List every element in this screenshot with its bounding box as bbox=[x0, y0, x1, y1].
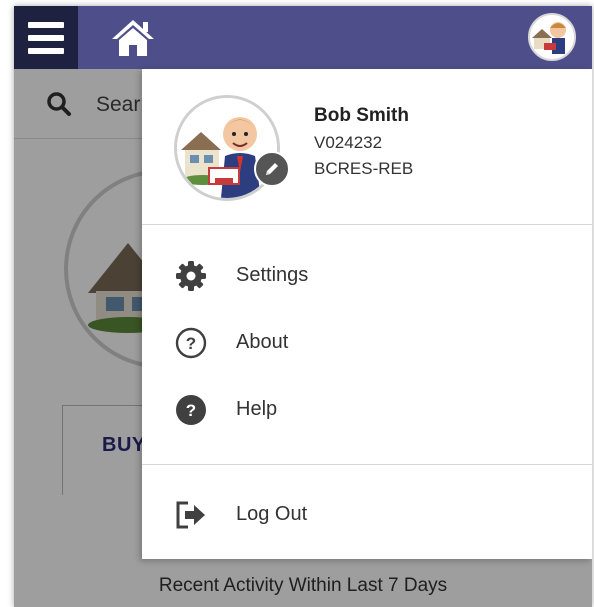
avatar-caricature bbox=[532, 22, 566, 54]
home-icon[interactable] bbox=[110, 18, 156, 58]
logout-label: Log Out bbox=[236, 503, 308, 525]
menu-item-label: Settings bbox=[236, 264, 309, 286]
logout-button[interactable]: Log Out bbox=[142, 487, 592, 543]
menu-divider bbox=[142, 464, 592, 465]
hamburger-menu-icon-bar bbox=[28, 34, 64, 41]
navigation-drawer: Bob Smith V024232 BCRES-REB Settings ? A… bbox=[142, 69, 592, 559]
question-circle-outline-icon: ? bbox=[174, 326, 208, 360]
profile-name: Bob Smith bbox=[314, 105, 409, 126]
question-circle-filled-icon: ? bbox=[174, 393, 208, 427]
app-frame: Sear BUY Recent Activity Within Last 7 D… bbox=[14, 6, 592, 607]
svg-text:?: ? bbox=[186, 334, 196, 353]
hamburger-menu-icon-bar bbox=[28, 47, 64, 54]
menu-item-about[interactable]: ? About bbox=[142, 315, 592, 371]
user-avatar-button[interactable] bbox=[528, 13, 576, 61]
menu-item-label: Help bbox=[236, 398, 278, 420]
menu-item-label: About bbox=[236, 331, 289, 353]
profile-organization: BCRES-REB bbox=[314, 159, 414, 178]
hamburger-menu-icon-bar bbox=[28, 21, 64, 28]
menu-item-settings[interactable]: Settings bbox=[142, 248, 592, 304]
menu-item-help[interactable]: ? Help bbox=[142, 382, 592, 438]
hamburger-menu-button[interactable] bbox=[14, 6, 78, 69]
app-bar bbox=[14, 6, 592, 69]
pencil-icon bbox=[266, 163, 278, 175]
logout-icon bbox=[174, 498, 208, 532]
profile-id: V024232 bbox=[314, 133, 383, 152]
edit-profile-button[interactable] bbox=[254, 151, 290, 187]
svg-text:?: ? bbox=[186, 401, 196, 420]
gear-icon bbox=[174, 259, 208, 293]
profile-header: Bob Smith V024232 BCRES-REB bbox=[142, 69, 592, 225]
